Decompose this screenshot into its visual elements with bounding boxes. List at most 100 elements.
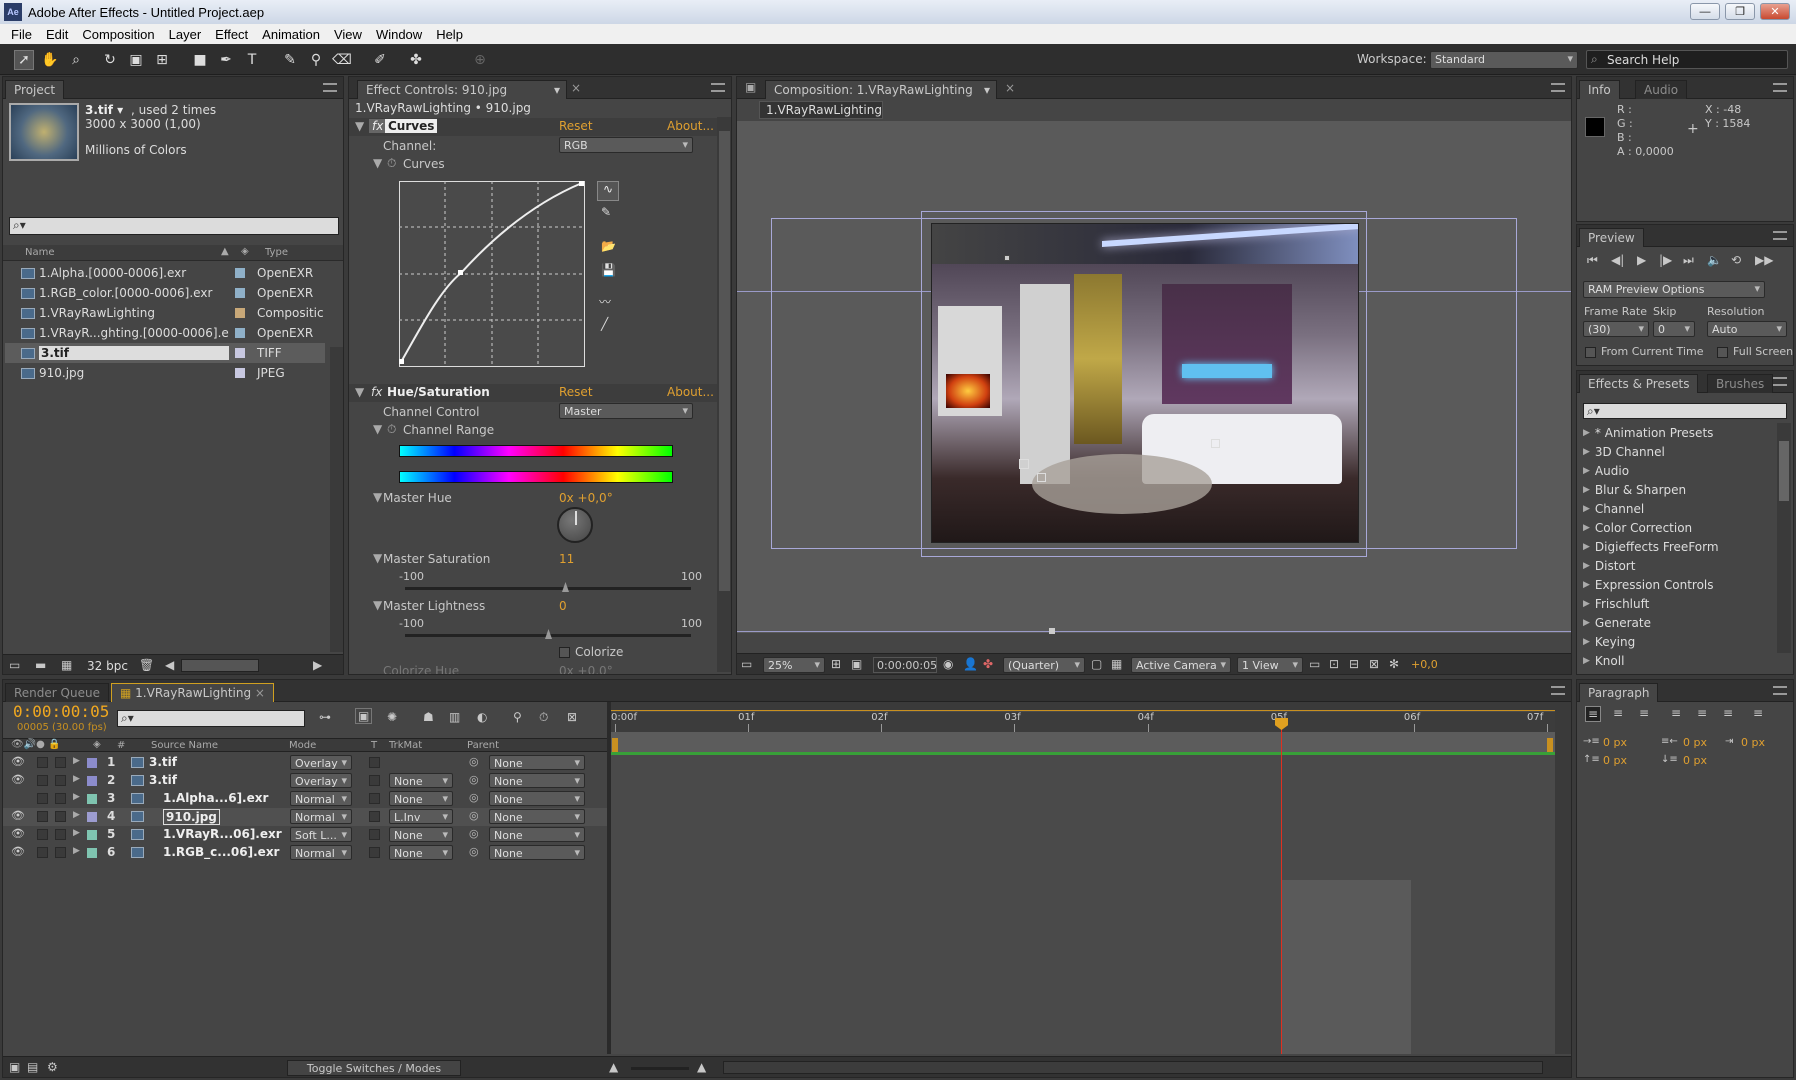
selection-tool-icon[interactable]: ➚ [14,50,34,70]
panel-menu-icon[interactable] [1773,83,1787,92]
align-left-icon[interactable]: ≡ [1585,706,1602,722]
pick-whip-icon[interactable]: ◎ [469,827,479,840]
curve-bezier-icon[interactable]: ∿ [597,181,619,201]
expand-triangle-icon[interactable]: ▶ [73,792,80,802]
camera-tool-icon[interactable]: ▣ [126,50,146,70]
menu-window[interactable]: Window [369,27,429,42]
camera-dropdown[interactable]: Active Camera [1131,657,1231,673]
in-out-pane-icon[interactable]: ⚙ [47,1060,58,1074]
menu-help[interactable]: Help [429,27,470,42]
roto-brush-tool-icon[interactable]: ✐ [370,50,390,70]
fx-toggle-icon[interactable]: fx [371,385,382,399]
exposure-value[interactable]: +0,0 [1411,658,1438,671]
solo-switch[interactable] [37,811,48,822]
frame-blending-icon[interactable]: ☗ [423,710,434,724]
layer-row[interactable]: 👁 ▶ 2 3.tif Overlay None ◎ None [3,772,608,790]
video-visibility-icon[interactable]: 👁 [11,827,25,840]
menu-view[interactable]: View [327,27,369,42]
label-color-swatch[interactable] [235,368,245,378]
close-tab-icon[interactable]: × [571,81,581,95]
first-frame-icon[interactable]: ⏮ [1587,253,1598,268]
from-current-time-checkbox[interactable] [1585,347,1596,358]
tab-composition[interactable]: Composition: 1.VRayRawLighting ▾ [765,80,997,99]
expand-triangle-icon[interactable]: ▶ [1583,466,1590,476]
solo-switch[interactable] [37,757,48,768]
solo-switch[interactable] [37,793,48,804]
full-screen-checkbox[interactable] [1717,347,1728,358]
rotate-tool-icon[interactable]: ↻ [100,50,120,70]
label-color-swatch[interactable] [235,348,245,358]
tab-project[interactable]: Project [5,80,65,99]
master-saturation-value[interactable]: 11 [559,552,574,566]
hue-about-link[interactable]: About... [667,385,714,399]
layer-label-color[interactable] [87,776,97,786]
preserve-transparency-checkbox[interactable] [369,811,380,822]
lightness-slider-thumb[interactable] [545,629,552,639]
layer-name[interactable]: 1.RGB_c...06].exr [163,845,279,859]
layer-row[interactable]: ▶ 3 1.Alpha...6].exr Normal None ◎ None [3,790,608,808]
switches-pane-icon[interactable]: ▣ [9,1060,20,1074]
auto-keyframe-icon[interactable]: ⚲ [513,710,522,724]
align-center-icon[interactable]: ≡ [1613,706,1623,720]
expand-triangle-icon[interactable]: ▶ [1583,580,1590,590]
menu-edit[interactable]: Edit [39,27,75,42]
collapse-triangle-icon[interactable]: ▼ [373,156,382,170]
solo-switch[interactable] [37,775,48,786]
project-item[interactable]: 1.VRayRawLighting Compositic [5,303,325,323]
curves-about-link[interactable]: About... [667,119,714,133]
always-preview-icon[interactable]: ▭ [741,657,752,671]
snapshot-icon[interactable]: ◉ [943,657,953,671]
expand-triangle-icon[interactable]: ▶ [73,756,80,766]
preserve-transparency-checkbox[interactable] [369,829,380,840]
workspace-dropdown[interactable]: Standard [1430,51,1578,69]
column-name[interactable]: Name [25,247,55,258]
chevron-down-icon[interactable]: ▾ [984,83,990,97]
brainstorm-icon[interactable]: ◐ [477,710,487,724]
label-color-swatch[interactable] [235,288,245,298]
hue-saturation-effect-name[interactable]: Hue/Saturation [387,385,490,399]
effect-category[interactable]: ▶ Generate [1579,613,1651,632]
scroll-right-icon[interactable]: ▶ [313,658,322,672]
interpret-footage-icon[interactable]: ▭ [9,658,20,672]
project-item[interactable]: 3.tif TIFF [5,343,325,363]
type-tool-icon[interactable]: T [242,50,262,70]
collapse-triangle-icon[interactable]: ▼ [373,422,382,436]
modes-pane-icon[interactable]: ▤ [27,1060,38,1074]
parent-dropdown[interactable]: None [489,845,585,860]
column-trkmat[interactable]: TrkMat [389,740,422,751]
open-folder-icon[interactable]: 📂 [601,239,616,253]
show-snapshot-icon[interactable]: 👤 [963,657,978,671]
guide-handle[interactable] [1049,628,1055,634]
tab-effect-controls[interactable]: Effect Controls: 910.jpg ▾ [357,80,567,99]
panel-menu-icon[interactable] [1551,83,1565,92]
justify-all-icon[interactable]: ≡ [1753,706,1763,720]
column-number[interactable]: # [117,740,125,751]
menu-effect[interactable]: Effect [208,27,255,42]
track-matte-dropdown[interactable]: None [389,845,453,860]
time-zoom-slider[interactable] [631,1067,689,1070]
expand-triangle-icon[interactable]: ▶ [1583,656,1590,666]
pick-whip-icon[interactable]: ◎ [469,845,479,858]
stopwatch-icon[interactable]: ⏱ [387,156,396,171]
tab-brushes[interactable]: Brushes [1707,374,1774,393]
collapse-triangle-icon[interactable]: ▼ [373,490,382,504]
curves-reset-link[interactable]: Reset [559,119,593,133]
collapse-triangle-icon[interactable]: ▼ [355,385,364,399]
lock-switch[interactable] [55,811,66,822]
layer-label-color[interactable] [87,812,97,822]
hand-tool-icon[interactable]: ✋ [40,50,60,70]
expand-triangle-icon[interactable]: ▶ [1583,504,1590,514]
parent-dropdown[interactable]: None [489,791,585,806]
search-help-input[interactable]: ⌕ Search Help [1586,50,1788,69]
pick-whip-icon[interactable]: ◎ [469,791,479,804]
effect-controls-scroll-thumb[interactable] [719,131,730,591]
menu-file[interactable]: File [4,27,39,42]
preserve-transparency-checkbox[interactable] [369,757,380,768]
lock-switch[interactable] [55,847,66,858]
expand-triangle-icon[interactable]: ▶ [1583,447,1590,457]
smooth-icon[interactable]: 〰 [599,293,611,310]
expand-triangle-icon[interactable]: ▶ [1583,637,1590,647]
pan-behind-tool-icon[interactable]: ⊞ [152,50,172,70]
indent-first-value[interactable]: 0 px [1741,736,1765,749]
current-time-display[interactable]: 0:00:00:05 [873,657,937,673]
